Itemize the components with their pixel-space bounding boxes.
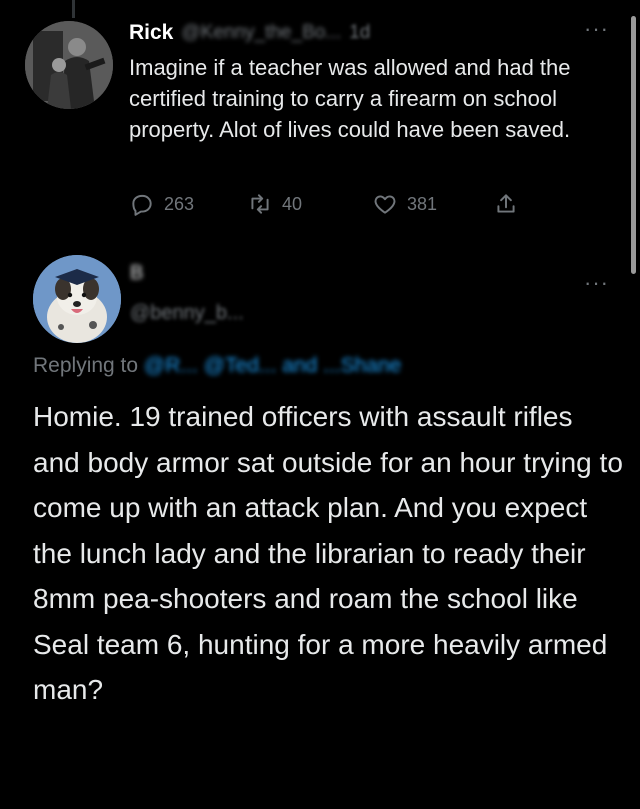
avatar[interactable]: [33, 255, 121, 343]
username-handle[interactable]: @Kenny_the_Bo...: [181, 22, 341, 44]
tweet-text: Imagine if a teacher was allowed and had…: [129, 55, 571, 142]
replying-to-mentions[interactable]: @R... @Ted... and ...Shane: [144, 354, 401, 377]
timestamp[interactable]: 1d: [349, 22, 370, 44]
retweet-button[interactable]: 40: [247, 189, 302, 219]
more-options-icon[interactable]: ···: [584, 270, 609, 296]
share-button[interactable]: [493, 189, 519, 219]
heart-icon: [374, 195, 396, 214]
reply-count: 263: [164, 193, 195, 214]
speech-bubble-icon: [132, 194, 152, 216]
like-count: 381: [407, 193, 438, 214]
like-button[interactable]: 381: [372, 189, 437, 219]
username-handle[interactable]: @benny_b...: [130, 302, 244, 325]
parent-tweet[interactable]: Rick @Kenny_the_Bo... 1d ··· Imagine if …: [0, 0, 640, 260]
more-options-icon[interactable]: ···: [584, 16, 609, 42]
retweet-count: 40: [282, 193, 303, 214]
replying-to: Replying to @R... @Ted... and ...Shane: [33, 354, 401, 378]
share-icon: [497, 194, 515, 213]
tweet-actions: 263 40 381: [0, 189, 640, 219]
retweet-icon: [251, 194, 269, 214]
replying-to-label: Replying to: [33, 354, 139, 377]
reply-button[interactable]: 263: [129, 189, 194, 219]
tweet-header: Rick @Kenny_the_Bo... 1d: [129, 18, 370, 48]
display-name[interactable]: B: [130, 262, 143, 285]
avatar[interactable]: [25, 21, 113, 109]
tweet-text: Homie. 19 trained officers with assault …: [33, 401, 623, 705]
avatar-image: [25, 21, 113, 109]
avatar-image: [33, 255, 121, 343]
display-name[interactable]: Rick: [129, 21, 173, 45]
